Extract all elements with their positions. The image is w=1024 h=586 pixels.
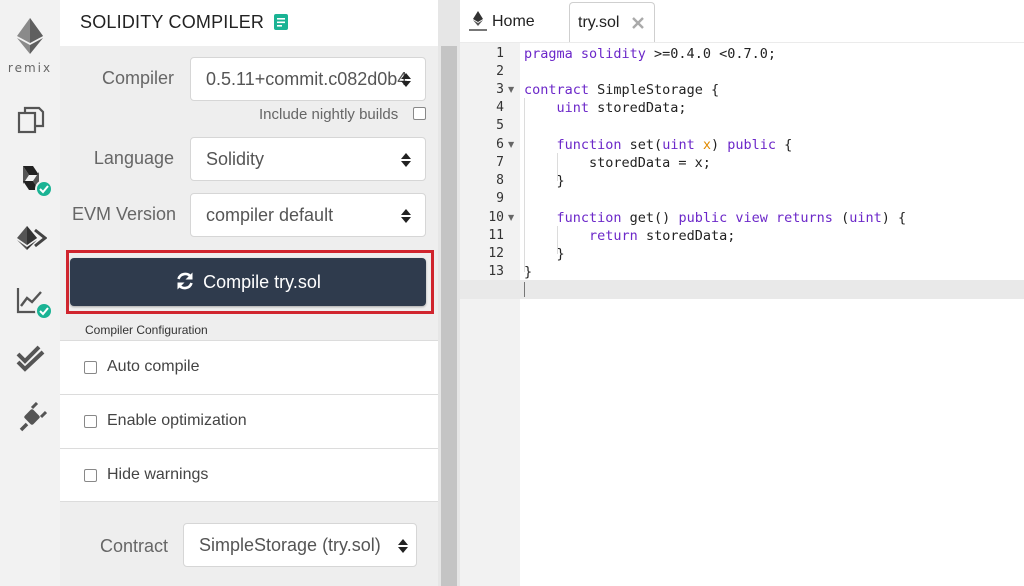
line-number: 4 [496,100,504,115]
documentation-icon[interactable] [274,14,288,30]
enable-optimization-checkbox[interactable] [84,415,97,428]
evm-version-select[interactable]: compiler default [190,193,426,237]
line-number: 13 [488,264,504,279]
remix-logo[interactable]: remix [0,18,60,75]
plugin-manager-icon[interactable] [15,401,48,434]
hide-warnings-row: Hide warnings [60,448,438,502]
code-line-4: uint storedData; [556,100,687,116]
compile-button[interactable]: Compile try.sol [70,258,426,306]
line-number: 10 [488,210,504,225]
tab-try-sol[interactable]: try.sol [569,2,655,42]
line-number: 9 [496,191,504,206]
code-line-3: contract SimpleStorage { [524,82,720,98]
remix-mini-logo-icon [469,11,487,31]
fold-arrow-icon[interactable]: ▼ [508,213,514,222]
panel-scroll-thumb[interactable] [441,46,457,586]
testing-icon[interactable] [15,342,47,374]
code-line-8: } [524,173,565,189]
compiler-configuration-heading: Compiler Configuration [85,323,208,337]
code-line-10: function get() public view returns (uint… [556,210,907,226]
close-icon[interactable] [630,15,646,31]
text-cursor [524,282,525,297]
compile-button-label: Compile try.sol [203,272,321,292]
auto-compile-label: Auto compile [107,358,200,375]
code-line-1: pragma solidity >=0.4.0 <0.7.0; [524,46,776,62]
check-badge-icon [35,302,53,320]
sort-arrows-icon [401,153,411,167]
auto-compile-checkbox[interactable] [84,361,97,374]
contract-value: SimpleStorage (try.sol) [199,535,381,555]
enable-optimization-label: Enable optimization [107,412,247,429]
line-number: 6 [496,137,504,152]
solidity-compiler-icon[interactable] [15,162,53,198]
tab-try-sol-label: try.sol [578,14,620,31]
check-badge-icon [35,180,53,198]
active-line-highlight [460,280,1024,299]
fold-arrow-icon[interactable]: ▼ [508,85,514,94]
code-line-6: function set(uint x) public { [556,137,793,153]
hide-warnings-label: Hide warnings [107,466,209,483]
code-editor[interactable]: 1 2 3 4 5 6 7 8 9 10 11 12 13 14 ▼ ▼ ▼ p… [460,42,1024,586]
remix-logo-text: remix [7,61,53,75]
auto-compile-row: Auto compile [60,340,438,394]
compiler-label: Compiler [101,68,174,88]
evm-version-label: EVM Version [71,204,176,224]
code-line-13: } [524,264,533,280]
line-number: 1 [496,46,504,61]
refresh-icon [177,272,193,290]
nightly-builds-checkbox[interactable] [413,107,426,120]
icon-sidebar: remix [0,0,60,586]
hide-warnings-checkbox[interactable] [84,469,97,482]
line-number: 5 [496,118,504,133]
deploy-run-icon[interactable] [15,222,48,254]
line-number: 3 [496,82,504,97]
line-number: 11 [488,228,504,243]
panel-header: SOLIDITY COMPILER [60,0,438,46]
line-number: 8 [496,173,504,188]
line-number: 12 [488,246,504,261]
fold-arrow-icon[interactable]: ▼ [508,140,514,149]
tab-home-label: Home [492,13,535,30]
solidity-compiler-panel: SOLIDITY COMPILER Compiler 0.5.11+commit… [60,0,438,586]
sort-arrows-icon [401,209,411,223]
language-value: Solidity [206,149,265,169]
sort-arrows-icon [401,73,411,87]
ethereum-icon [17,18,43,54]
nightly-builds-label: Include nightly builds [259,106,399,123]
sort-arrows-icon [398,539,408,553]
enable-optimization-row: Enable optimization [60,394,438,448]
line-number: 7 [496,155,504,170]
language-label: Language [93,148,174,168]
compiler-version-value: 0.5.11+commit.c082d0b4 [206,69,408,89]
code-line-12: } [524,246,565,262]
line-number-gutter: 1 2 3 4 5 6 7 8 9 10 11 12 13 14 ▼ ▼ ▼ [460,43,520,586]
panel-title: SOLIDITY COMPILER [80,12,265,32]
code-line-11: return storedData; [589,228,736,244]
contract-label: Contract [99,536,168,556]
analysis-icon[interactable] [15,284,53,320]
line-number: 2 [496,64,504,79]
file-explorer-icon[interactable] [15,104,47,136]
evm-version-value: compiler default [206,205,334,225]
editor-tabs: Home try.sol [460,0,1024,42]
language-select[interactable]: Solidity [190,137,426,181]
compiler-version-select[interactable]: 0.5.11+commit.c082d0b4 [190,57,426,101]
contract-select[interactable]: SimpleStorage (try.sol) [183,523,417,567]
code-line-7: storedData = x; [524,155,711,171]
